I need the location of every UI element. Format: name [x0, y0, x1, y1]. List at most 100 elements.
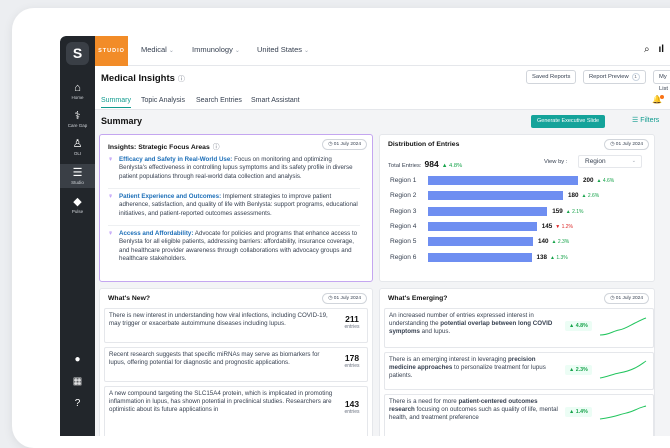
- chevron-down-icon: ⌄: [234, 48, 240, 54]
- sparkline: [599, 360, 647, 379]
- emerging-text: There is a need for more patient-centere…: [389, 398, 561, 423]
- divider: [108, 188, 360, 189]
- preview-count-badge: 1: [631, 73, 640, 81]
- summary-title: Summary: [101, 116, 143, 126]
- news-text: A new compound targeting the SLC15A4 pro…: [109, 390, 333, 414]
- entry-count-value: 178: [344, 353, 360, 363]
- insights-title-text: Insights: Strategic Focus Areas: [108, 144, 210, 151]
- tab-topic-analysis[interactable]: Topic Analysis: [141, 97, 185, 104]
- date-text: 01 July 2024: [615, 142, 643, 147]
- date-badge[interactable]: ◷ 01 July 2024: [604, 293, 649, 304]
- date-badge[interactable]: ◷ 01 July 2024: [604, 139, 649, 150]
- whats-emerging-card: What's Emerging? ◷ 01 July 2024 An incre…: [379, 288, 655, 436]
- viewby-value: Region: [585, 158, 606, 165]
- bar-change-label: ▲ 2.1%: [565, 208, 584, 215]
- bar[interactable]: [428, 206, 548, 216]
- bar[interactable]: [428, 191, 563, 201]
- saved-reports-button[interactable]: Saved Reports: [526, 70, 577, 84]
- bar-change-label: ▲ 1.3%: [550, 254, 568, 261]
- my-list-button[interactable]: My List: [653, 70, 670, 92]
- bar-change-label: ▲ 4.6%: [596, 178, 615, 184]
- entry-count: 178 entries: [339, 354, 365, 370]
- pulse-icon: ◆: [73, 196, 82, 208]
- sidebar-item-oli[interactable]: ♙ OLI: [60, 138, 95, 158]
- emerging-item[interactable]: There is an emerging interest in leverag…: [384, 352, 654, 390]
- date-badge[interactable]: ◷ 01 July 2024: [322, 139, 367, 150]
- sparkline: [599, 405, 647, 420]
- emerging-item[interactable]: There is a need for more patient-centere…: [384, 394, 654, 436]
- focus-heading: Access and Affordability:: [119, 230, 194, 237]
- sidebar-label: Studio: [71, 180, 84, 185]
- emerging-item[interactable]: An increased number of entries expressed…: [384, 308, 654, 348]
- whats-new-title: What's New?: [108, 295, 151, 302]
- search-icon[interactable]: ⌕: [644, 44, 650, 55]
- emerging-text-post: focusing on outcomes such as quality of …: [389, 406, 558, 422]
- bar[interactable]: [428, 176, 578, 185]
- emerging-text-pre: There is a need for more: [389, 398, 459, 405]
- filters-button[interactable]: ☰ Filters: [632, 116, 659, 124]
- insights-title: Insights: Strategic Focus Areas ⓘ: [108, 141, 220, 151]
- menu-immunology[interactable]: Immunology ⌄: [192, 45, 240, 54]
- change-pill: ▲ 1.4%: [565, 407, 592, 417]
- tab-search-entries[interactable]: Search Entries: [196, 97, 242, 104]
- info-icon[interactable]: ⓘ: [178, 76, 185, 83]
- news-body: There is new interest in understanding h…: [109, 312, 371, 331]
- lightbulb-icon: ♀: [108, 156, 114, 163]
- menu-label: United States: [257, 45, 303, 54]
- sidebar-item-pulse[interactable]: ◆ Pulse: [60, 196, 95, 216]
- bar[interactable]: [428, 252, 532, 262]
- chart-icon[interactable]: ıl: [658, 44, 664, 55]
- total-label: Total Entries:: [388, 163, 422, 169]
- filter-icon: ☰: [632, 117, 639, 124]
- lightbulb-icon: ♀: [108, 230, 114, 237]
- page-title: Medical Insights ⓘ: [101, 73, 185, 84]
- focus-heading: Efficacy and Safety in Real-World Use:: [119, 156, 233, 163]
- studio-icon: ☰: [72, 167, 83, 179]
- viewby-label: View by :: [544, 159, 568, 165]
- help-icon[interactable]: ?: [60, 398, 95, 409]
- distribution-title: Distribution of Entries: [388, 141, 460, 148]
- chevron-down-icon: ⌄: [168, 48, 174, 54]
- whats-new-card: What's New? ◷ 01 July 2024 There is new …: [99, 288, 373, 436]
- chevron-down-icon: ⌄: [631, 158, 636, 164]
- entry-count-unit: entries: [344, 409, 360, 416]
- total-value: 984: [424, 159, 439, 169]
- news-body: Recent research suggests that specific m…: [109, 351, 371, 370]
- tab-smart-assistant[interactable]: Smart Assistant: [251, 97, 300, 104]
- entry-count-value: 143: [344, 399, 360, 409]
- bar-category-label: Region 6: [390, 253, 417, 261]
- focus-heading: Patient Experience and Outcomes:: [119, 193, 222, 200]
- change-pill: ▲ 2.3%: [565, 365, 592, 375]
- date-badge[interactable]: ◷ 01 July 2024: [322, 293, 367, 304]
- focus-item: ♀ Patient Experience and Outcomes: Implem…: [108, 193, 360, 218]
- bar[interactable]: [428, 221, 537, 231]
- sidebar: S ⌂ Home ⚕ Care Gap ♙ OLI ☰ Studio ◆ Pul…: [60, 36, 95, 436]
- menu-medical[interactable]: Medical ⌄: [141, 45, 174, 54]
- entry-count-unit: entries: [344, 324, 360, 331]
- tab-summary[interactable]: Summary: [101, 97, 131, 108]
- top-bar: STUDIO Medical ⌄ Immunology ⌄ United State…: [95, 36, 670, 66]
- bar-category-label: Region 3: [390, 207, 417, 215]
- bar-change-label: ▲ 2.6%: [581, 193, 600, 200]
- grid-icon[interactable]: ▦: [60, 376, 95, 387]
- focus-item: ♀ Efficacy and Safety in Real-World Use: …: [108, 156, 360, 181]
- sidebar-item-home[interactable]: ⌂ Home: [60, 82, 95, 102]
- bar[interactable]: [428, 237, 533, 247]
- info-icon[interactable]: ⓘ: [213, 144, 220, 151]
- entry-count: 143 entries: [339, 400, 365, 416]
- generate-slide-button[interactable]: Generate Executive Slide: [531, 115, 606, 128]
- news-item[interactable]: Recent research suggests that specific m…: [104, 347, 368, 382]
- bar-value-label: 145 ▼ 1.2%: [541, 222, 573, 230]
- app-logo[interactable]: S: [66, 42, 89, 65]
- news-item[interactable]: There is new interest in understanding h…: [104, 308, 368, 343]
- sidebar-item-studio[interactable]: ☰ Studio: [60, 164, 95, 188]
- news-item[interactable]: A new compound targeting the SLC15A4 pro…: [104, 386, 368, 436]
- change-pill: ▲ 4.8%: [565, 321, 592, 331]
- viewby-select[interactable]: Region ⌄: [578, 155, 642, 168]
- entry-count: 211 entries: [339, 315, 365, 331]
- bell-icon[interactable]: 🔔: [652, 95, 664, 104]
- menu-country[interactable]: United States ⌄: [257, 45, 309, 54]
- sidebar-item-care-gap[interactable]: ⚕ Care Gap: [60, 110, 95, 130]
- report-preview-button[interactable]: Report Preview 1: [583, 70, 646, 84]
- user-icon[interactable]: ●: [60, 354, 95, 365]
